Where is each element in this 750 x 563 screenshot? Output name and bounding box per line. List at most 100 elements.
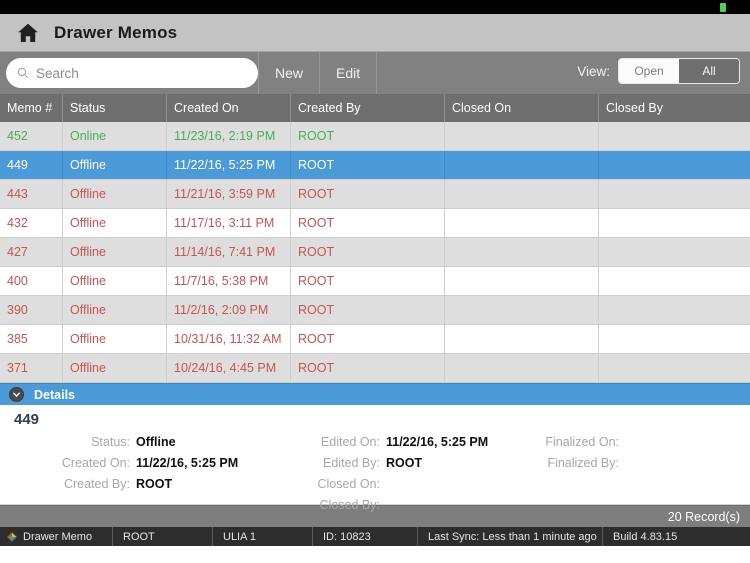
table-header-row: Memo # Status Created On Created By Clos…: [0, 94, 750, 122]
cell-status: Offline: [63, 209, 167, 237]
table-body: 452 Online 11/23/16, 2:19 PM ROOT 449 Offline…: [0, 122, 750, 383]
device-status-strip: [0, 0, 750, 14]
table-row[interactable]: 385 Offline 10/31/16, 11:32 AM ROOT: [0, 325, 750, 354]
created-on-value: 11/22/16, 5:25 PM: [136, 456, 239, 470]
cell-memo: 371: [0, 354, 63, 382]
cell-status: Offline: [63, 151, 167, 179]
cell-memo: 427: [0, 238, 63, 266]
status-value: Offline: [136, 435, 176, 449]
cell-created-by: ROOT: [291, 267, 445, 295]
status-bar: Drawer Memo ROOT ULIA 1 ID: 10823 Last S…: [0, 527, 750, 546]
cell-closed-on: [445, 151, 599, 179]
cell-status: Offline: [63, 296, 167, 324]
search-container: [6, 58, 258, 88]
details-column-middle: Edited On: 11/22/16, 5:25 PM Edited By: …: [272, 435, 500, 512]
view-option-all[interactable]: All: [679, 59, 739, 83]
cell-created-by: ROOT: [291, 209, 445, 237]
table-row[interactable]: 443 Offline 11/21/16, 3:59 PM ROOT: [0, 180, 750, 209]
column-header-created-by[interactable]: Created By: [291, 94, 445, 122]
search-input[interactable]: [6, 58, 258, 88]
created-by-value: ROOT: [136, 477, 173, 491]
cell-created-on: 11/21/16, 3:59 PM: [167, 180, 291, 208]
cell-memo: 449: [0, 151, 63, 179]
details-section-header[interactable]: Details: [0, 383, 750, 405]
table-row[interactable]: 427 Offline 11/14/16, 7:41 PM ROOT: [0, 238, 750, 267]
closed-by-label: Closed By:: [319, 498, 380, 512]
column-header-created-on[interactable]: Created On: [167, 94, 291, 122]
status-id-cell: ID: 10823: [313, 527, 418, 546]
cell-closed-by: [599, 354, 750, 382]
cell-created-by: ROOT: [291, 180, 445, 208]
table-row[interactable]: 371 Offline 10/24/16, 4:45 PM ROOT: [0, 354, 750, 383]
created-on-label: Created On:: [61, 456, 130, 470]
status-label: Status:: [91, 435, 130, 449]
details-panel: 449 Status: Offline Created On: 11/22/16…: [0, 405, 750, 512]
cell-closed-on: [445, 325, 599, 353]
cell-created-by: ROOT: [291, 238, 445, 266]
cell-created-on: 11/17/16, 3:11 PM: [167, 209, 291, 237]
column-header-status[interactable]: Status: [63, 94, 167, 122]
details-column-right: Finalized On: Finalized By:: [500, 435, 750, 512]
cell-created-on: 11/22/16, 5:25 PM: [167, 151, 291, 179]
cell-closed-by: [599, 296, 750, 324]
cell-status: Offline: [63, 325, 167, 353]
cell-status: Offline: [63, 238, 167, 266]
edit-button[interactable]: Edit: [320, 52, 376, 94]
cell-created-by: ROOT: [291, 122, 445, 150]
cell-status: Offline: [63, 180, 167, 208]
edited-by-label: Edited By:: [323, 456, 380, 470]
details-field-finalized-on: Finalized On:: [500, 435, 750, 449]
details-field-edited-by: Edited By: ROOT: [272, 456, 500, 470]
details-record-id: 449: [14, 411, 40, 428]
cell-created-on: 11/23/16, 2:19 PM: [167, 122, 291, 150]
table-row[interactable]: 400 Offline 11/7/16, 5:38 PM ROOT: [0, 267, 750, 296]
cell-memo: 400: [0, 267, 63, 295]
details-field-created-on: Created On: 11/22/16, 5:25 PM: [0, 456, 272, 470]
status-module-text: Drawer Memo: [23, 530, 93, 543]
column-header-memo[interactable]: Memo #: [0, 94, 63, 122]
cell-closed-on: [445, 122, 599, 150]
cell-memo: 385: [0, 325, 63, 353]
cell-closed-on: [445, 267, 599, 295]
cell-memo: 390: [0, 296, 63, 324]
column-header-closed-on[interactable]: Closed On: [445, 94, 599, 122]
cell-created-on: 11/7/16, 5:38 PM: [167, 267, 291, 295]
cell-status: Offline: [63, 354, 167, 382]
title-bar: Drawer Memos: [0, 14, 750, 52]
cell-created-by: ROOT: [291, 151, 445, 179]
status-module-cell: Drawer Memo: [0, 527, 113, 546]
cell-closed-on: [445, 238, 599, 266]
cell-created-on: 11/2/16, 2:09 PM: [167, 296, 291, 324]
finalized-by-label: Finalized By:: [547, 456, 619, 470]
table-row[interactable]: 390 Offline 11/2/16, 2:09 PM ROOT: [0, 296, 750, 325]
table-row[interactable]: 452 Online 11/23/16, 2:19 PM ROOT: [0, 122, 750, 151]
cell-closed-on: [445, 354, 599, 382]
view-option-open[interactable]: Open: [619, 59, 679, 83]
toolbar-divider-3: [376, 52, 378, 94]
app-logo-icon: [6, 531, 18, 542]
closed-on-label: Closed On:: [317, 477, 380, 491]
column-header-closed-by[interactable]: Closed By: [599, 94, 750, 122]
created-by-label: Created By:: [63, 477, 130, 491]
cell-memo: 443: [0, 180, 63, 208]
details-field-status: Status: Offline: [0, 435, 272, 449]
cell-closed-by: [599, 325, 750, 353]
details-field-closed-by: Closed By:: [272, 498, 500, 512]
chevron-down-icon[interactable]: [9, 387, 24, 402]
cell-memo: 452: [0, 122, 63, 150]
memos-table: Memo # Status Created On Created By Clos…: [0, 94, 750, 383]
status-build-cell: Build 4.83.15: [613, 530, 678, 543]
view-label: View:: [577, 63, 610, 79]
table-row[interactable]: 432 Offline 11/17/16, 3:11 PM ROOT: [0, 209, 750, 238]
details-field-edited-on: Edited On: 11/22/16, 5:25 PM: [272, 435, 500, 449]
status-user-cell: ROOT: [113, 527, 213, 546]
new-button[interactable]: New: [259, 52, 319, 94]
table-row[interactable]: 449 Offline 11/22/16, 5:25 PM ROOT: [0, 151, 750, 180]
finalized-on-label: Finalized On:: [545, 435, 619, 449]
app-window: Drawer Memos New Edit View: Open All Mem…: [0, 0, 750, 563]
cell-closed-by: [599, 209, 750, 237]
details-column-left: Status: Offline Created On: 11/22/16, 5:…: [0, 435, 272, 512]
cell-created-by: ROOT: [291, 354, 445, 382]
home-icon[interactable]: [16, 21, 40, 45]
cell-closed-by: [599, 151, 750, 179]
